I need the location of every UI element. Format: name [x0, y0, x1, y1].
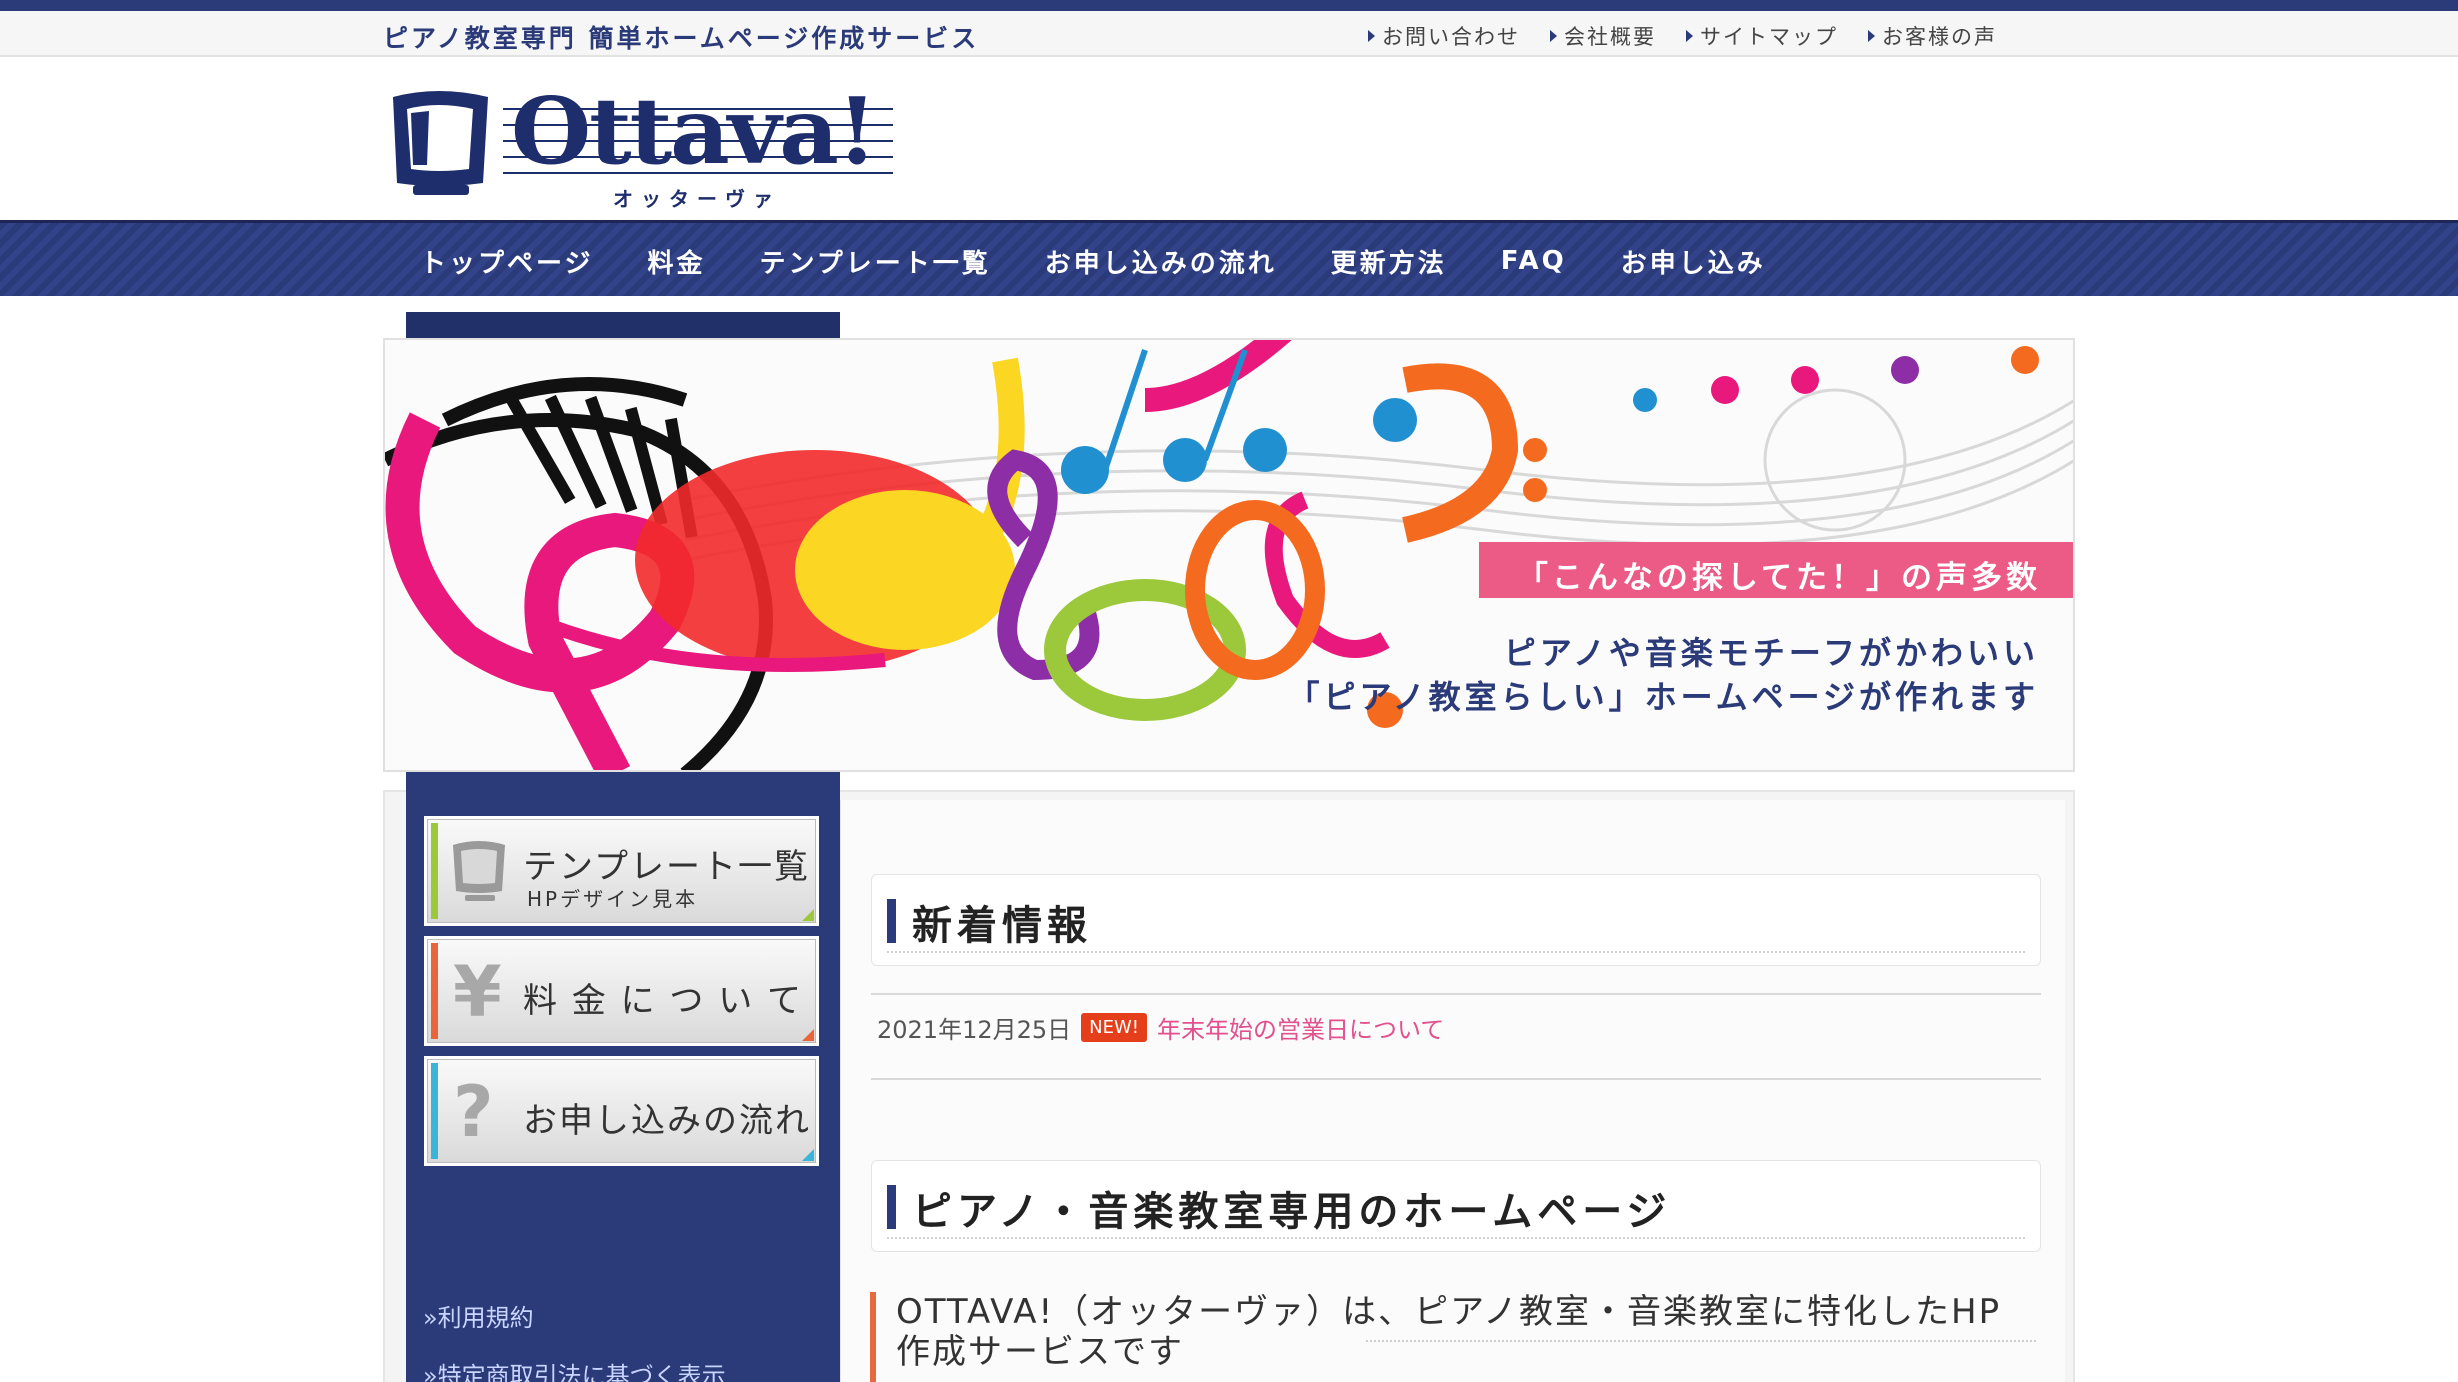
- nav-pricing[interactable]: 料金: [647, 243, 705, 280]
- arrow-right-icon: [1368, 30, 1375, 42]
- sidebar-templates-button[interactable]: テンプレート一覧 HPデザイン見本: [424, 816, 819, 926]
- news-date: 2021年12月25日: [877, 1016, 1072, 1044]
- testimonials-link[interactable]: お客様の声: [1868, 21, 1997, 51]
- divider: [871, 993, 2041, 995]
- site-header: Ottava! オッターヴァ: [0, 59, 2458, 220]
- top-utility-bar: ピアノ教室専門 簡単ホームページ作成サービス お問い合わせ 会社概要 サイトマッ…: [0, 11, 2458, 57]
- site-logo[interactable]: Ottava! オッターヴァ: [383, 77, 893, 211]
- contact-link[interactable]: お問い合わせ: [1368, 21, 1520, 51]
- nav-update-method[interactable]: 更新方法: [1331, 243, 1447, 280]
- news-item: 2021年12月25日 NEW! 年末年始の営業日について: [877, 1010, 1444, 1045]
- banner-copy-line2: 「ピアノ教室らしい」ホームページが作れます: [1287, 678, 2039, 716]
- utility-links: お問い合わせ 会社概要 サイトマップ お客様の声: [1368, 21, 2027, 51]
- arrow-right-icon: [1868, 30, 1875, 42]
- main-navigation: トップページ 料金 テンプレート一覧 お申し込みの流れ 更新方法 FAQ お申し…: [0, 220, 2458, 296]
- section-heading: ピアノ・音楽教室専用のホームページ: [912, 1189, 1672, 1235]
- question-icon: ?: [453, 1071, 494, 1153]
- company-link[interactable]: 会社概要: [1550, 21, 1656, 51]
- site-tagline: ピアノ教室専門 簡単ホームページ作成サービス: [383, 24, 980, 53]
- news-heading-box: 新着情報: [871, 874, 2041, 966]
- logo-wordmark: Ottava!: [511, 77, 877, 185]
- monitor-icon: [453, 841, 505, 901]
- yen-icon: ¥: [453, 951, 502, 1033]
- news-heading: 新着情報: [912, 903, 1092, 949]
- logo-kana: オッターヴァ: [613, 187, 781, 211]
- nav-templates[interactable]: テンプレート一覧: [760, 243, 991, 280]
- divider: [871, 1078, 2041, 1080]
- arrow-right-icon: [1550, 30, 1557, 42]
- top-accent-stripe: [0, 0, 2458, 11]
- section-heading-box: ピアノ・音楽教室専用のホームページ: [871, 1160, 2041, 1252]
- sidebar-pricing-button[interactable]: ¥ 料 金 に つ い て: [424, 936, 819, 1046]
- banner-copy-line1: ピアノや音楽モチーフがかわいい: [1503, 634, 2039, 672]
- news-title-link[interactable]: 年末年始の営業日について: [1157, 1010, 1444, 1045]
- intro-block: OTTAVA!（オッターヴァ）は、ピアノ教室・音楽教室に特化したHP作成サービス…: [870, 1292, 2040, 1382]
- hero-banner: 「こんなの探してた！」の声多数 ピアノや音楽モチーフがかわいい 「ピアノ教室らし…: [383, 338, 2075, 772]
- commercial-law-link[interactable]: »特定商取引法に基づく表示: [423, 1356, 726, 1382]
- new-badge: NEW!: [1081, 1013, 1148, 1042]
- sidebar-application-flow-button[interactable]: ? お申し込みの流れ: [424, 1056, 819, 1166]
- nav-top-page[interactable]: トップページ: [420, 243, 593, 280]
- nav-apply[interactable]: お申し込み: [1621, 243, 1766, 280]
- nav-application-flow[interactable]: お申し込みの流れ: [1045, 243, 1277, 280]
- monitor-logo-icon: [393, 91, 488, 195]
- nav-faq[interactable]: FAQ: [1501, 246, 1567, 276]
- intro-text: OTTAVA!（オッターヴァ）は、ピアノ教室・音楽教室に特化したHP作成サービス…: [896, 1292, 2002, 1372]
- banner-highlight-ribbon: 「こんなの探してた！」の声多数: [1479, 542, 2073, 598]
- arrow-right-icon: [1686, 30, 1693, 42]
- terms-link[interactable]: »利用規約: [423, 1298, 534, 1333]
- sitemap-link[interactable]: サイトマップ: [1686, 21, 1838, 51]
